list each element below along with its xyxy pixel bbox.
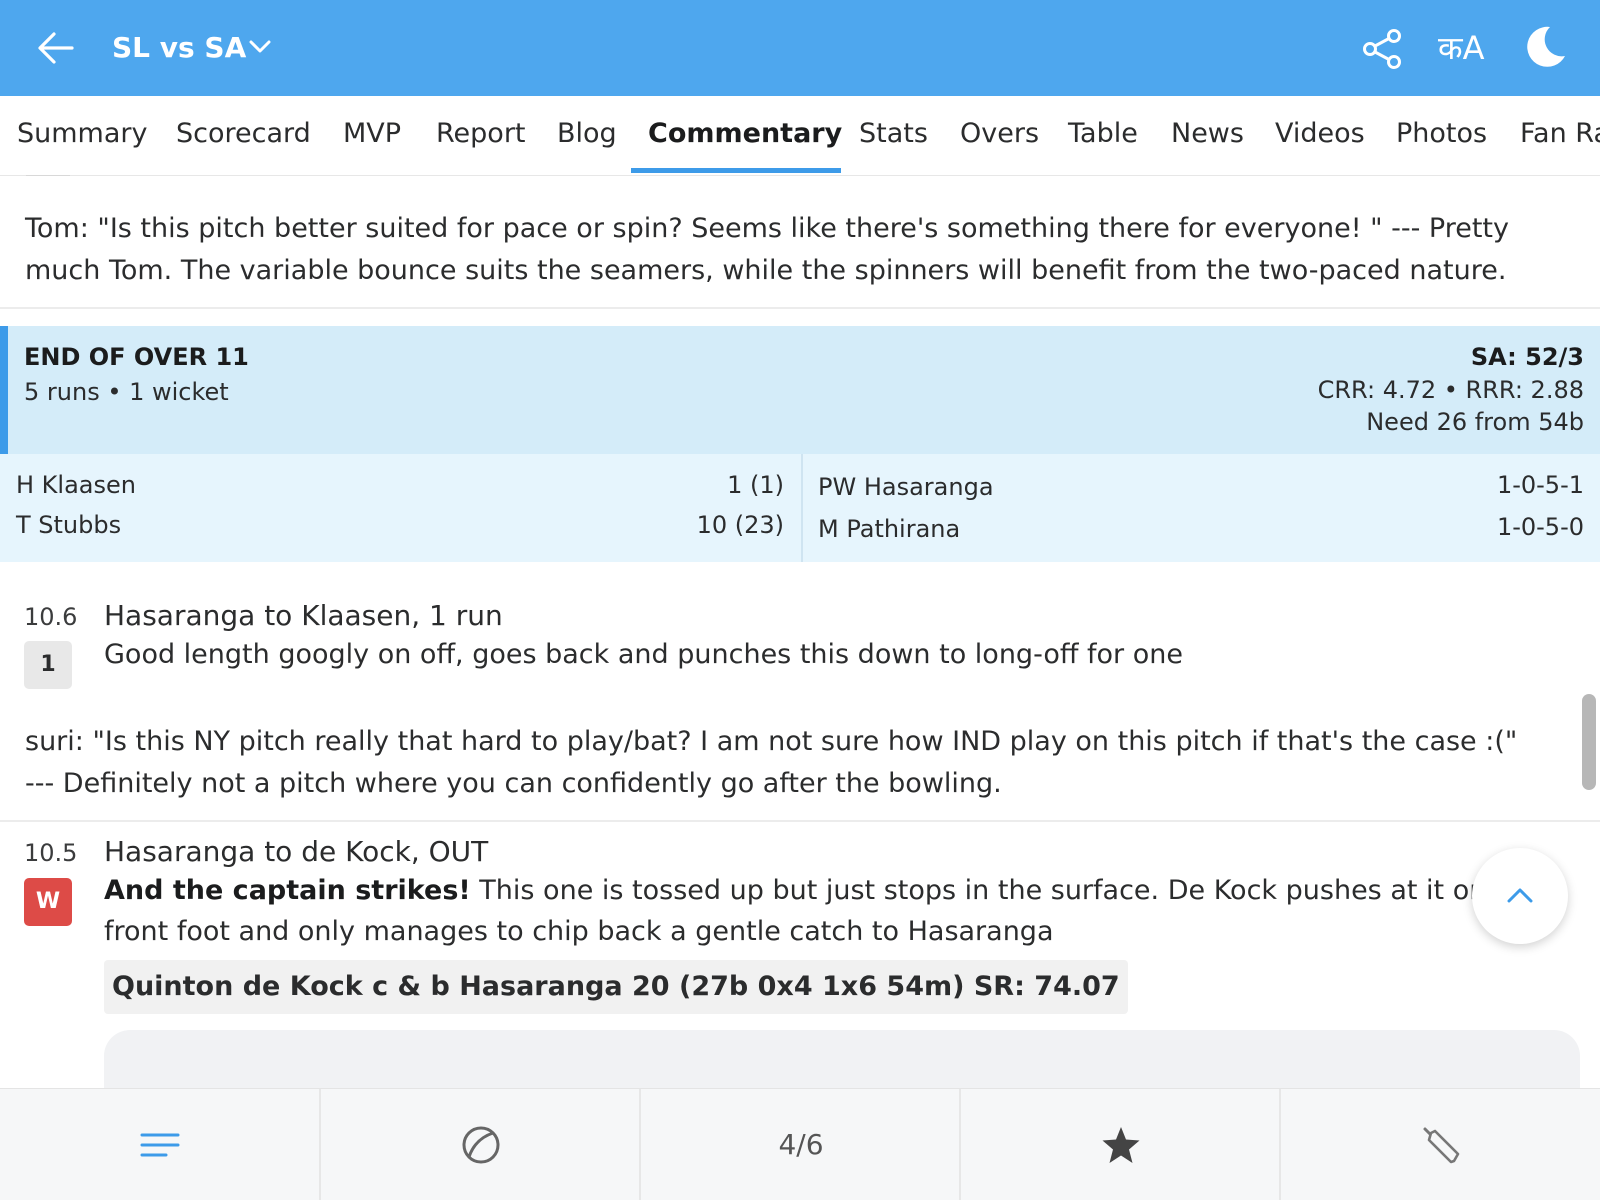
nav-key-events[interactable] bbox=[961, 1089, 1281, 1200]
dismissal-summary: Quinton de Kock c & b Hasaranga 20 (27b … bbox=[104, 960, 1128, 1014]
batter-stat: 10 (23) bbox=[696, 511, 784, 539]
bowler-figures: 1-0-5-1 bbox=[1496, 471, 1584, 499]
tab-fan-ratings[interactable]: Fan Ra bbox=[1520, 116, 1600, 152]
scroll-to-top-button[interactable] bbox=[1472, 848, 1568, 944]
bowler-figures: 1-0-5-0 bbox=[1496, 513, 1584, 541]
tab-bar: Summary Scorecard MVP Report Blog Commen… bbox=[0, 96, 1600, 176]
batter-stat: 1 (1) bbox=[727, 471, 784, 499]
bowler-name[interactable]: M Pathirana bbox=[818, 512, 960, 546]
batter-name[interactable]: T Stubbs bbox=[16, 508, 121, 542]
end-of-over-title: END OF OVER 11 bbox=[24, 343, 249, 371]
tab-report[interactable]: Report bbox=[436, 116, 526, 152]
divider bbox=[0, 820, 1600, 822]
tab-scorecard[interactable]: Scorecard bbox=[176, 116, 311, 152]
over-summary: 5 runs • 1 wicket bbox=[24, 378, 229, 406]
tab-videos[interactable]: Videos bbox=[1275, 116, 1365, 152]
bottom-nav: 4/6 bbox=[0, 1088, 1600, 1200]
match-title[interactable]: SL vs SA bbox=[112, 26, 246, 70]
tab-mvp[interactable]: MVP bbox=[343, 116, 401, 152]
tab-table[interactable]: Table bbox=[1068, 116, 1138, 152]
list-icon bbox=[140, 1133, 180, 1157]
share-button[interactable] bbox=[1362, 28, 1404, 70]
tab-photos[interactable]: Photos bbox=[1396, 116, 1487, 152]
match-switcher-button[interactable] bbox=[247, 34, 273, 60]
ball-number: 10.5 bbox=[24, 839, 78, 867]
team-score: SA: 52/3 bbox=[1470, 343, 1584, 371]
nav-commentary-list[interactable] bbox=[0, 1089, 320, 1200]
run-rates: CRR: 4.72 • RRR: 2.88 bbox=[1317, 376, 1584, 404]
batter-name[interactable]: H Klaasen bbox=[16, 468, 136, 502]
reader-comment: Tom: "Is this pitch better suited for pa… bbox=[25, 213, 1509, 286]
tab-commentary[interactable]: Commentary bbox=[648, 116, 842, 152]
end-of-over-accent bbox=[0, 326, 8, 454]
cricket-ball-icon bbox=[462, 1126, 500, 1164]
chevron-up-icon bbox=[1507, 888, 1533, 903]
app-header: SL vs SA कA bbox=[0, 0, 1600, 96]
nav-page-counter[interactable]: 4/6 bbox=[641, 1089, 961, 1200]
star-icon bbox=[1102, 1127, 1140, 1163]
wicket-badge: W bbox=[24, 878, 72, 926]
nav-ball-by-ball[interactable] bbox=[321, 1089, 641, 1200]
language-toggle-button[interactable]: कA bbox=[1438, 26, 1484, 70]
runs-badge: 1 bbox=[24, 641, 72, 689]
arrow-left-icon bbox=[38, 32, 74, 64]
tab-stats[interactable]: Stats bbox=[859, 116, 928, 152]
tab-summary[interactable]: Summary bbox=[17, 116, 147, 152]
divider bbox=[0, 307, 1600, 309]
back-button[interactable] bbox=[36, 28, 76, 68]
cricket-bat-icon bbox=[1423, 1127, 1460, 1164]
scrollbar-thumb[interactable] bbox=[1582, 694, 1596, 790]
ball-commentary: Good length googly on off, goes back and… bbox=[104, 639, 1183, 670]
divider bbox=[801, 454, 803, 562]
share-icon bbox=[1363, 29, 1401, 69]
tab-blog[interactable]: Blog bbox=[557, 116, 617, 152]
theme-toggle-button[interactable] bbox=[1522, 24, 1568, 70]
end-of-over-players bbox=[0, 454, 1600, 562]
chevron-down-icon bbox=[249, 40, 271, 53]
commentary-highlight: And the captain strikes! bbox=[104, 875, 471, 906]
page-counter: 4/6 bbox=[778, 1128, 824, 1161]
target-requirement: Need 26 from 54b bbox=[1366, 408, 1584, 436]
ball-number: 10.6 bbox=[24, 603, 78, 631]
moon-icon bbox=[1527, 26, 1565, 67]
ball-headline: Hasaranga to de Kock, OUT bbox=[104, 835, 489, 868]
reader-comment: suri: "Is this NY pitch really that hard… bbox=[25, 726, 1518, 799]
active-tab-indicator bbox=[631, 168, 841, 173]
tab-news[interactable]: News bbox=[1171, 116, 1244, 152]
divider bbox=[26, 175, 70, 176]
nav-batting[interactable] bbox=[1281, 1089, 1600, 1200]
tab-overs[interactable]: Overs bbox=[960, 116, 1039, 152]
ball-commentary: And the captain strikes! This one is tos… bbox=[104, 870, 1574, 952]
bowler-name[interactable]: PW Hasaranga bbox=[818, 470, 994, 504]
ball-headline: Hasaranga to Klaasen, 1 run bbox=[104, 599, 503, 632]
